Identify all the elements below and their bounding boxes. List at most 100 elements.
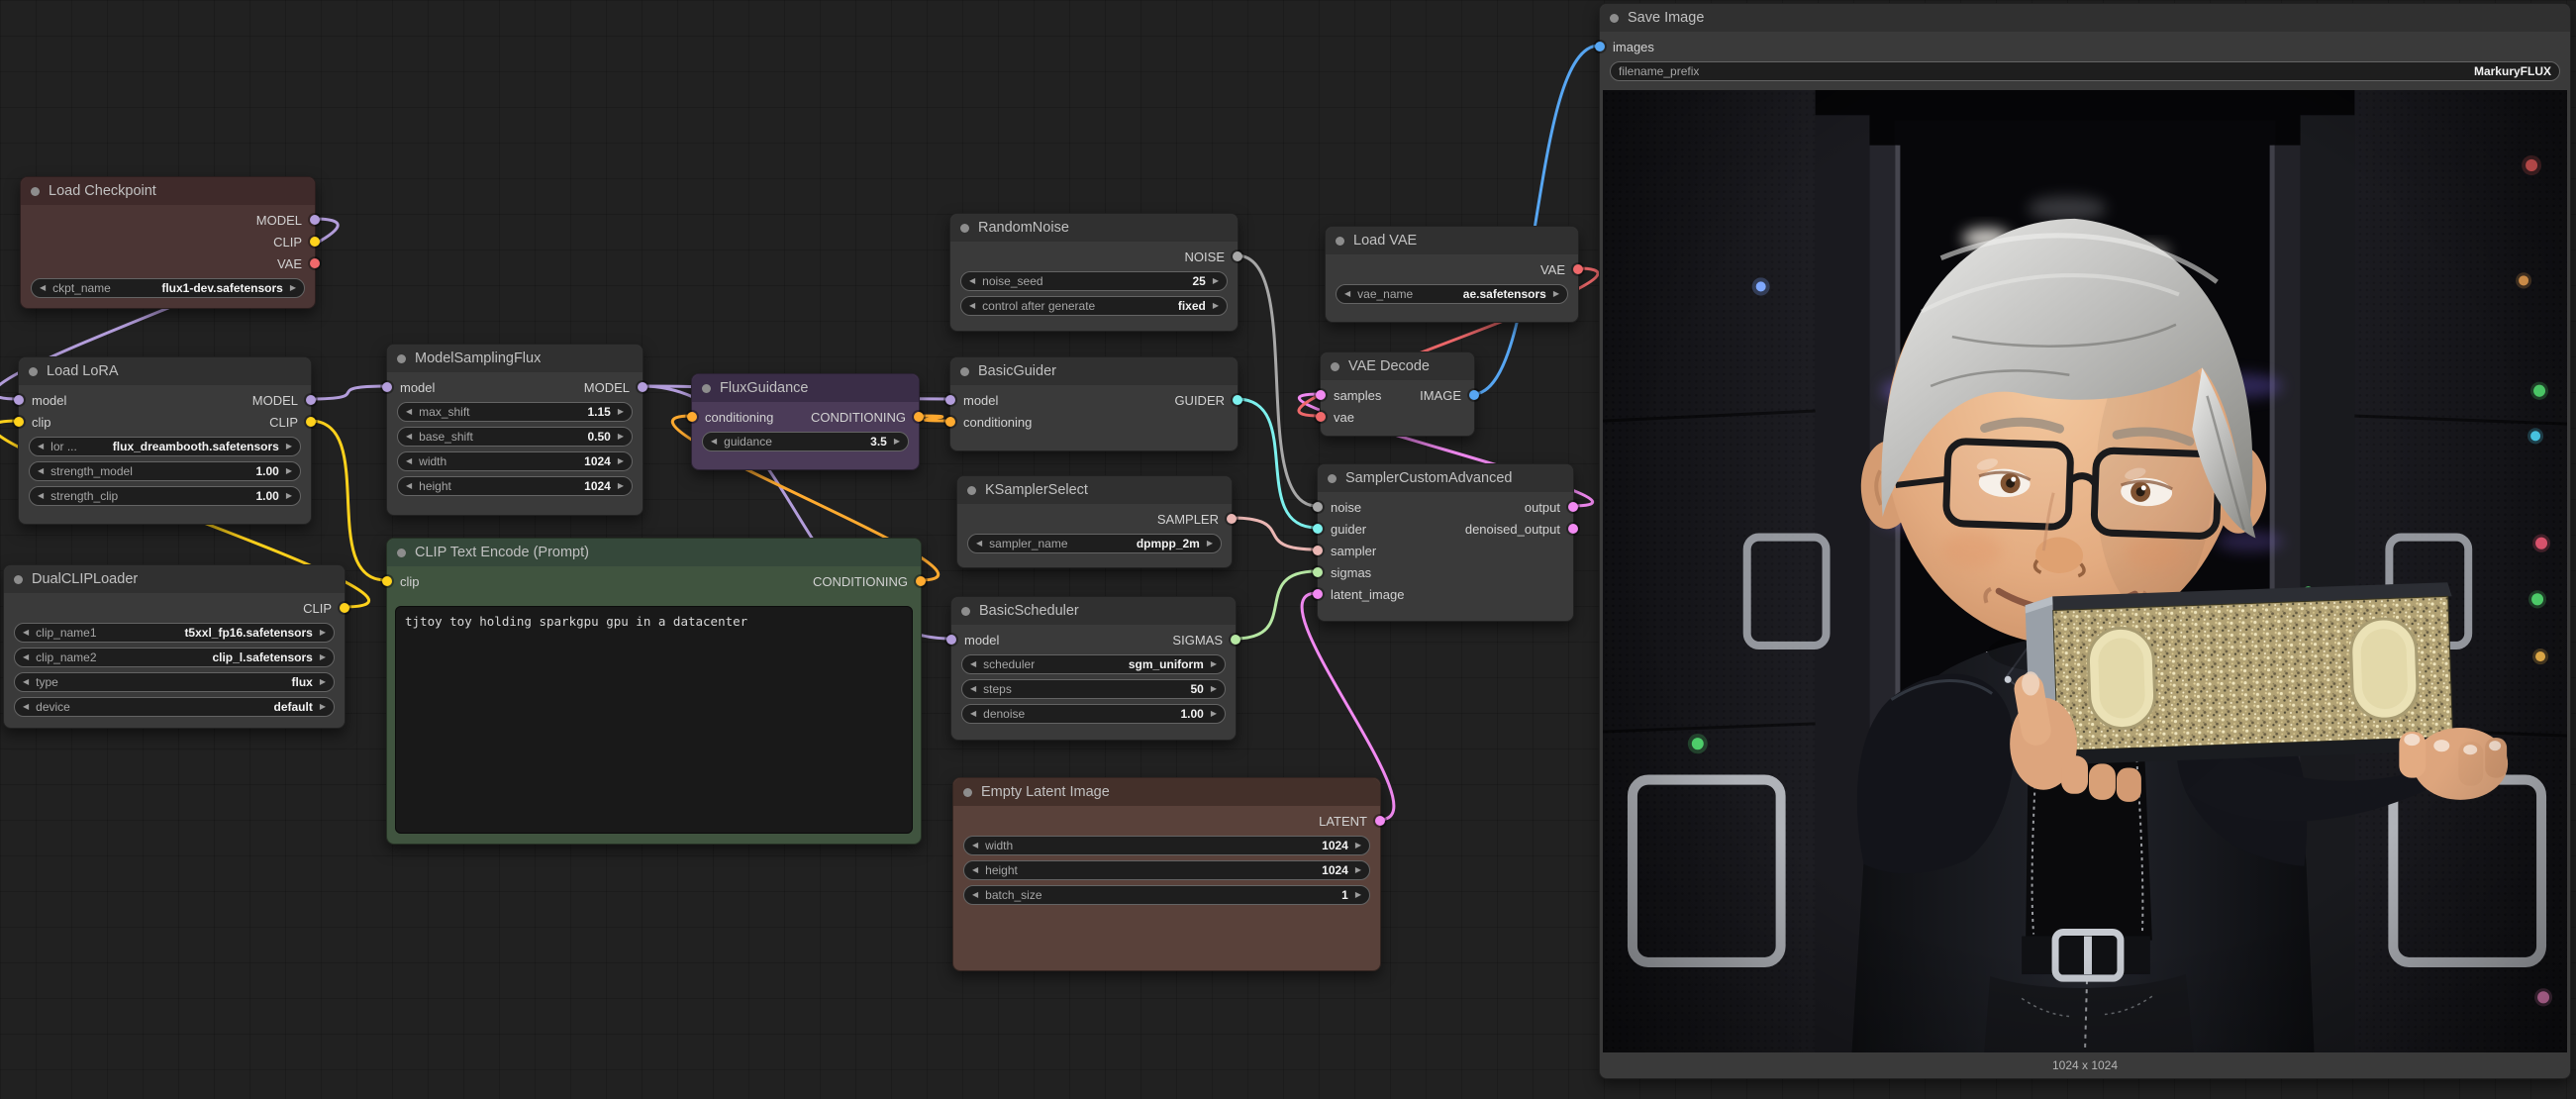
node-sched[interactable]: BasicSchedulermodelSIGMAS◀schedulersgm_u… <box>950 596 1237 741</box>
widget-arrow-right-icon[interactable]: ▶ <box>618 457 624 465</box>
collapse-dot-icon[interactable] <box>1610 14 1619 23</box>
widget-arrow-left-icon[interactable]: ◀ <box>406 457 412 465</box>
node-checkpoint[interactable]: Load CheckpointMODELCLIPVAE◀ckpt_nameflu… <box>20 176 316 309</box>
widget-arrow-left-icon[interactable]: ◀ <box>23 629 29 637</box>
widget-arrow-left-icon[interactable]: ◀ <box>970 685 976 693</box>
widget-arrow-right-icon[interactable]: ▶ <box>286 467 292 475</box>
widget-filename-prefix[interactable]: filename_prefixMarkuryFLUX <box>1610 61 2560 81</box>
node-vdec[interactable]: VAE DecodesamplesIMAGEvae <box>1320 351 1475 437</box>
node-header[interactable]: Save Image <box>1600 4 2570 32</box>
collapse-dot-icon[interactable] <box>960 224 969 233</box>
widget-width[interactable]: ◀width1024▶ <box>397 451 633 471</box>
node-lora[interactable]: Load LoRAmodelMODELclipCLIP◀lor ...flux_… <box>18 356 312 525</box>
widget-arrow-left-icon[interactable]: ◀ <box>972 842 978 849</box>
output-slot-CLIP[interactable] <box>306 417 316 427</box>
widget-arrow-right-icon[interactable]: ▶ <box>320 629 326 637</box>
widget-steps[interactable]: ◀steps50▶ <box>961 679 1226 699</box>
widget-guidance[interactable]: ◀guidance3.5▶ <box>702 432 909 451</box>
widget-arrow-left-icon[interactable]: ◀ <box>1344 290 1350 298</box>
collapse-dot-icon[interactable] <box>29 367 38 376</box>
output-slot-CONDITIONING[interactable] <box>914 412 924 422</box>
input-slot-conditioning[interactable] <box>687 412 697 422</box>
widget-base-shift[interactable]: ◀base_shift0.50▶ <box>397 427 633 447</box>
node-guider[interactable]: BasicGuidermodelGUIDERconditioning <box>949 356 1238 451</box>
node-loadvae[interactable]: Load VAEVAE◀vae_nameae.safetensors▶ <box>1325 226 1579 323</box>
widget-strength-model[interactable]: ◀strength_model1.00▶ <box>29 461 301 481</box>
widget-vae-name[interactable]: ◀vae_nameae.safetensors▶ <box>1336 284 1568 304</box>
widget-arrow-right-icon[interactable]: ▶ <box>1207 540 1213 548</box>
collapse-dot-icon[interactable] <box>1336 237 1344 246</box>
node-header[interactable]: Load VAE <box>1326 227 1578 254</box>
output-slot-VAE[interactable] <box>310 258 320 268</box>
input-slot-clip[interactable] <box>14 417 24 427</box>
widget-arrow-left-icon[interactable]: ◀ <box>23 653 29 661</box>
output-slot-MODEL[interactable] <box>306 395 316 405</box>
collapse-dot-icon[interactable] <box>397 549 406 557</box>
node-noise[interactable]: RandomNoiseNOISE◀noise_seed25▶◀control a… <box>949 213 1238 332</box>
output-slot-CLIP[interactable] <box>340 603 349 613</box>
collapse-dot-icon[interactable] <box>397 354 406 363</box>
collapse-dot-icon[interactable] <box>14 575 23 584</box>
widget-arrow-right-icon[interactable]: ▶ <box>290 284 296 292</box>
output-slot-LATENT[interactable] <box>1375 816 1385 826</box>
node-header[interactable]: FluxGuidance <box>692 374 919 402</box>
output-slot-CONDITIONING[interactable] <box>916 576 926 586</box>
node-header[interactable]: Load Checkpoint <box>21 177 315 205</box>
widget-arrow-right-icon[interactable]: ▶ <box>286 443 292 450</box>
widget-sampler-name[interactable]: ◀sampler_namedpmpp_2m▶ <box>967 534 1222 553</box>
node-header[interactable]: VAE Decode <box>1321 352 1474 380</box>
input-slot-model[interactable] <box>14 395 24 405</box>
widget-arrow-right-icon[interactable]: ▶ <box>1213 302 1219 310</box>
node-header[interactable]: CLIP Text Encode (Prompt) <box>387 539 921 566</box>
widget-arrow-left-icon[interactable]: ◀ <box>406 482 412 490</box>
node-header[interactable]: Load LoRA <box>19 357 311 385</box>
collapse-dot-icon[interactable] <box>967 486 976 495</box>
node-graph-canvas[interactable]: Load CheckpointMODELCLIPVAE◀ckpt_nameflu… <box>0 0 2576 1099</box>
node-latent[interactable]: Empty Latent ImageLATENT◀width1024▶◀heig… <box>952 777 1381 971</box>
output-slot-CLIP[interactable] <box>310 237 320 247</box>
input-slot-model[interactable] <box>945 395 955 405</box>
collapse-dot-icon[interactable] <box>963 788 972 797</box>
widget-arrow-left-icon[interactable]: ◀ <box>406 408 412 416</box>
node-header[interactable]: DualCLIPLoader <box>4 565 345 593</box>
widget-arrow-left-icon[interactable]: ◀ <box>969 302 975 310</box>
widget-arrow-left-icon[interactable]: ◀ <box>23 703 29 711</box>
widget-control-after-generate[interactable]: ◀control after generatefixed▶ <box>960 296 1228 316</box>
output-slot-VAE[interactable] <box>1573 264 1583 274</box>
output-slot-MODEL[interactable] <box>638 382 647 392</box>
widget-arrow-left-icon[interactable]: ◀ <box>976 540 982 548</box>
widget-arrow-left-icon[interactable]: ◀ <box>969 277 975 285</box>
widget-arrow-right-icon[interactable]: ▶ <box>1355 842 1361 849</box>
widget-denoise[interactable]: ◀denoise1.00▶ <box>961 704 1226 724</box>
widget-strength-clip[interactable]: ◀strength_clip1.00▶ <box>29 486 301 506</box>
widget-lor-[interactable]: ◀lor ...flux_dreambooth.safetensors▶ <box>29 437 301 456</box>
output-slot-GUIDER[interactable] <box>1233 395 1242 405</box>
input-slot-images[interactable] <box>1595 42 1605 51</box>
widget-clip-name2[interactable]: ◀clip_name2clip_l.safetensors▶ <box>14 648 335 667</box>
node-save[interactable]: Save Imageimagesfilename_prefixMarkuryFL… <box>1599 3 2571 1079</box>
widget-arrow-right-icon[interactable]: ▶ <box>1213 277 1219 285</box>
input-slot-noise[interactable] <box>1313 502 1323 512</box>
widget-arrow-right-icon[interactable]: ▶ <box>618 482 624 490</box>
widget-scheduler[interactable]: ◀schedulersgm_uniform▶ <box>961 654 1226 674</box>
output-slot-SAMPLER[interactable] <box>1227 514 1237 524</box>
widget-arrow-right-icon[interactable]: ▶ <box>894 438 900 446</box>
node-header[interactable]: KSamplerSelect <box>957 476 1232 504</box>
widget-ckpt-name[interactable]: ◀ckpt_nameflux1-dev.safetensors▶ <box>31 278 305 298</box>
collapse-dot-icon[interactable] <box>702 384 711 393</box>
collapse-dot-icon[interactable] <box>1328 474 1337 483</box>
output-slot-NOISE[interactable] <box>1233 251 1242 261</box>
widget-height[interactable]: ◀height1024▶ <box>397 476 633 496</box>
widget-arrow-left-icon[interactable]: ◀ <box>40 284 46 292</box>
widget-arrow-left-icon[interactable]: ◀ <box>972 891 978 899</box>
node-dualclip[interactable]: DualCLIPLoaderCLIP◀clip_name1t5xxl_fp16.… <box>3 564 346 729</box>
node-header[interactable]: BasicGuider <box>950 357 1238 385</box>
output-slot-output[interactable] <box>1568 502 1578 512</box>
widget-arrow-right-icon[interactable]: ▶ <box>618 408 624 416</box>
input-slot-model[interactable] <box>946 635 956 645</box>
node-header[interactable]: ModelSamplingFlux <box>387 345 643 372</box>
widget-arrow-left-icon[interactable]: ◀ <box>23 678 29 686</box>
output-slot-MODEL[interactable] <box>310 215 320 225</box>
node-msf[interactable]: ModelSamplingFluxmodelMODEL◀max_shift1.1… <box>386 344 644 516</box>
widget-arrow-right-icon[interactable]: ▶ <box>1355 866 1361 874</box>
